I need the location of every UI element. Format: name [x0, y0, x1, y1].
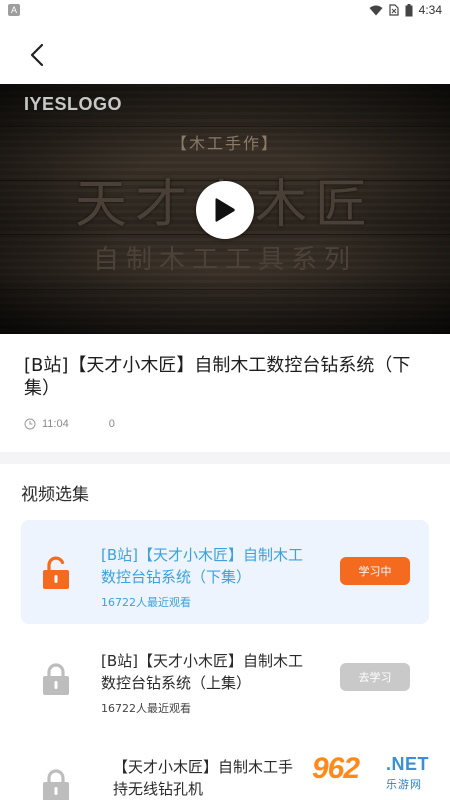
- back-arrow-icon: [30, 43, 44, 67]
- sim-no-signal-icon: [389, 4, 399, 16]
- episode-title: [B站]【天才小木匠】自制木工数控台钻系统（下集）: [101, 546, 303, 586]
- studying-button[interactable]: 学习中: [340, 557, 410, 585]
- watermark-number: 962: [312, 752, 360, 785]
- lock-icon: [43, 769, 69, 800]
- video-title: [B站]【天才小木匠】自制木工数控台钻系统（下集）: [24, 355, 411, 399]
- go-study-button[interactable]: 去学习: [340, 663, 410, 691]
- status-time: 4:34: [418, 3, 442, 17]
- episode-viewers: 16722人最近观看: [101, 596, 191, 609]
- video-meta: 11:04 0: [24, 418, 115, 430]
- episode-title: [B站]【天才小木匠】自制木工数控台钻系统（上集）: [101, 652, 303, 692]
- video-player[interactable]: IYESLOGO 【木工手作】 天才小木匠 自制木工工具系列: [0, 84, 450, 334]
- status-bar: A 4:34: [0, 0, 450, 20]
- video-overlay-subtitle: 自制木工工具系列: [92, 245, 357, 275]
- back-button[interactable]: [22, 40, 52, 70]
- watermark-cn: 乐游网: [386, 778, 422, 791]
- lock-icon: [43, 663, 69, 695]
- video-info: [B站]【天才小木匠】自制木工数控台钻系统（下集） 11:04 0: [0, 334, 450, 452]
- video-duration: 11:04: [42, 418, 69, 430]
- episode-item[interactable]: [B站]【天才小木匠】自制木工数控台钻系统（上集） 16722人最近观看 去学习: [21, 626, 429, 730]
- top-bar: [0, 20, 450, 84]
- unlock-icon: [43, 556, 69, 589]
- watermark-net: .NET: [386, 754, 430, 774]
- episode-title: 【天才小木匠】自制木工手持无线钻孔机: [113, 758, 294, 798]
- video-logo: IYESLOGO: [24, 94, 123, 114]
- clock-icon: [24, 418, 36, 430]
- video-overlay-tag: 【木工手作】: [170, 134, 279, 153]
- episode-viewers: 16722人最近观看: [101, 702, 191, 715]
- wifi-icon: [369, 5, 383, 15]
- play-button[interactable]: [196, 181, 254, 239]
- episode-item[interactable]: [B站]【天才小木匠】自制木工数控台钻系统（下集） 16722人最近观看 学习中: [21, 520, 429, 624]
- episodes-title: 视频选集: [21, 485, 89, 505]
- site-watermark: 962 .NET 乐游网: [312, 748, 448, 798]
- app-notification-icon: A: [8, 4, 20, 16]
- video-views: 0: [108, 418, 115, 430]
- play-icon: [215, 198, 235, 222]
- battery-icon: [405, 3, 413, 16]
